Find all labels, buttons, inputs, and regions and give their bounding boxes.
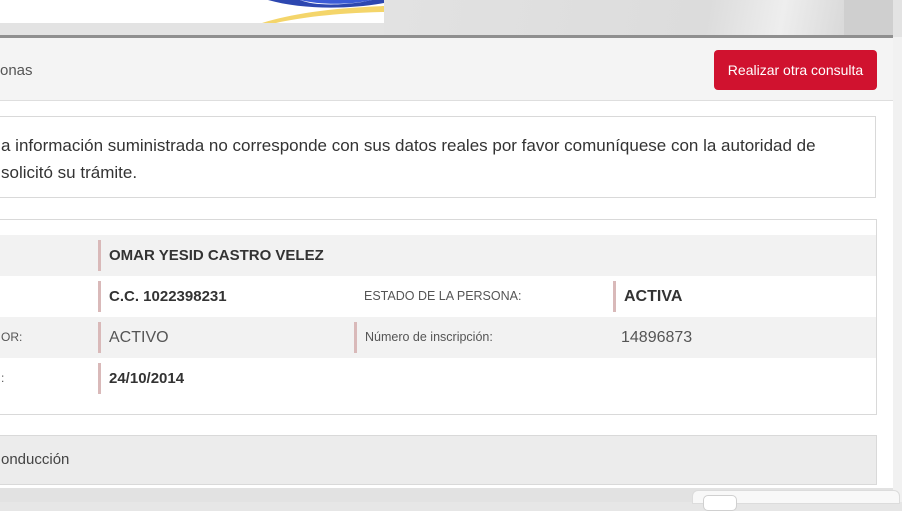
- banner-right-panel: [844, 0, 893, 37]
- table-row: OR: ACTIVO Número de inscripción: 148968…: [0, 317, 876, 358]
- info-notice: a información suministrada no correspond…: [0, 116, 876, 198]
- row-label: :: [1, 371, 5, 385]
- table-row: OMAR YESID CASTRO VELEZ: [0, 235, 876, 276]
- widget-button[interactable]: [703, 495, 737, 511]
- table-row: C.C. 1022398231 ESTADO DE LA PERSONA: AC…: [0, 276, 876, 317]
- driver-status-value: ACTIVO: [98, 322, 169, 353]
- top-banner: [0, 0, 902, 38]
- agency-logo: [0, 0, 384, 23]
- registration-number-label: Número de inscripción:: [354, 322, 493, 353]
- page-scrollbar[interactable]: [893, 37, 902, 502]
- registration-date: 24/10/2014: [98, 363, 184, 394]
- results-header: onas Realizar otra consulta: [0, 38, 893, 101]
- registration-number-value: 14896873: [621, 329, 693, 346]
- notice-text: a información suministrada no correspond…: [1, 136, 816, 182]
- table-row: : 24/10/2014: [0, 358, 876, 399]
- driving-licenses-section[interactable]: onducción: [0, 435, 877, 485]
- person-name: OMAR YESID CASTRO VELEZ: [98, 240, 324, 271]
- banner-decoration: [384, 0, 844, 37]
- document-number: C.C. 1022398231: [98, 281, 227, 312]
- person-status-value: ACTIVA: [613, 281, 682, 312]
- row-label: OR:: [1, 330, 23, 344]
- section-title: onas: [0, 62, 33, 79]
- person-info-table: OMAR YESID CASTRO VELEZ C.C. 1022398231 …: [0, 219, 877, 415]
- person-status-label: ESTADO DE LA PERSONA:: [364, 289, 522, 303]
- section-header-label: onducción: [1, 451, 70, 468]
- new-query-button[interactable]: Realizar otra consulta: [714, 50, 877, 90]
